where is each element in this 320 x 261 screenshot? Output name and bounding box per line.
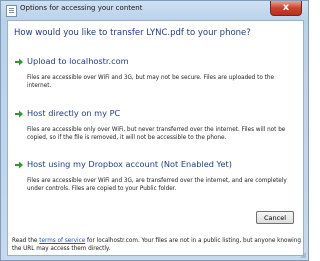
title-bar[interactable]: Options for accessing your content x (1, 1, 308, 20)
terms-of-service-link[interactable]: terms of service (39, 238, 85, 244)
green-arrow-icon (15, 161, 23, 169)
green-arrow-icon (15, 58, 23, 66)
dialog-question: How would you like to transfer LYNC.pdf … (14, 28, 251, 38)
window-title: Options for accessing your content (20, 4, 143, 12)
dialog-window: Options for accessing your content x How… (0, 0, 309, 261)
close-button[interactable]: x (270, 1, 302, 16)
option-title: Upload to localhostr.com (27, 56, 129, 66)
document-icon (6, 5, 17, 17)
cancel-button[interactable]: Cancel (256, 211, 294, 224)
green-arrow-icon (15, 110, 23, 118)
footer-notice: Read the terms of service for localhostr… (12, 237, 302, 253)
option-description: Files are accessible over WiFi and 3G, b… (27, 75, 274, 89)
option-description: Files are accessible over WiFi and 3G, a… (27, 178, 287, 192)
option-title: Host using my Dropbox account (Not Enabl… (27, 159, 232, 169)
option-description: Files are accessible only over WiFi, but… (27, 127, 286, 141)
footer-prefix: Read the (12, 238, 40, 244)
option-title: Host directly on my PC (27, 108, 121, 118)
